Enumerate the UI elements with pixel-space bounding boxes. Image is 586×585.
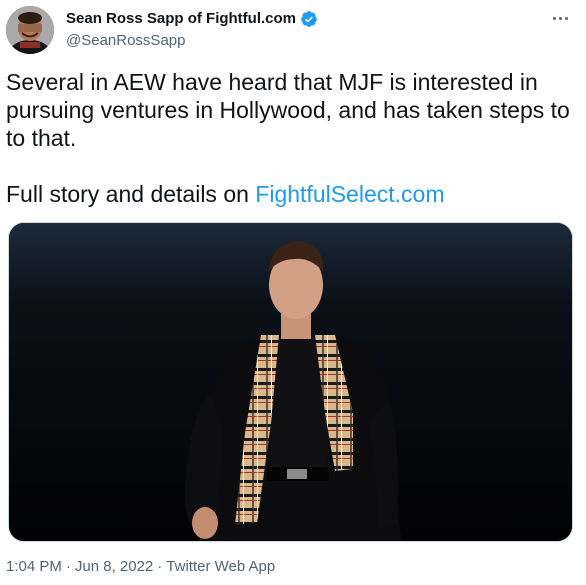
story-prefix: Full story and details on <box>6 181 256 207</box>
more-horizontal-icon <box>552 16 556 20</box>
tweet-timestamp: 1:04 PM · Jun 8, 2022 · Twitter Web App <box>6 557 275 577</box>
avatar[interactable] <box>6 6 54 54</box>
story-link[interactable]: FightfulSelect.com <box>255 181 444 207</box>
author-handle[interactable]: @SeanRossSapp <box>66 31 185 51</box>
more-dot <box>558 16 562 20</box>
separator: · <box>157 558 163 575</box>
tweet-card: Sean Ross Sapp of Fightful.com @SeanRoss… <box>0 0 586 585</box>
author-name-row[interactable]: Sean Ross Sapp of Fightful.com <box>66 9 318 29</box>
tweet-text: Several in AEW have heard that MJF is in… <box>6 69 570 151</box>
verified-badge-icon <box>300 10 318 28</box>
tweet-source-link[interactable]: Twitter Web App <box>166 558 275 575</box>
separator: · <box>65 558 71 575</box>
author-display-name[interactable]: Sean Ross Sapp of Fightful.com <box>66 9 296 29</box>
tweet-date-link[interactable]: Jun 8, 2022 <box>75 558 153 575</box>
tweet-story-line: Full story and details on FightfulSelect… <box>6 180 445 208</box>
tweet-photo[interactable] <box>8 222 573 542</box>
more-dot <box>564 16 568 20</box>
more-options-button[interactable] <box>548 8 572 28</box>
tweet-time-link[interactable]: 1:04 PM <box>6 558 62 575</box>
